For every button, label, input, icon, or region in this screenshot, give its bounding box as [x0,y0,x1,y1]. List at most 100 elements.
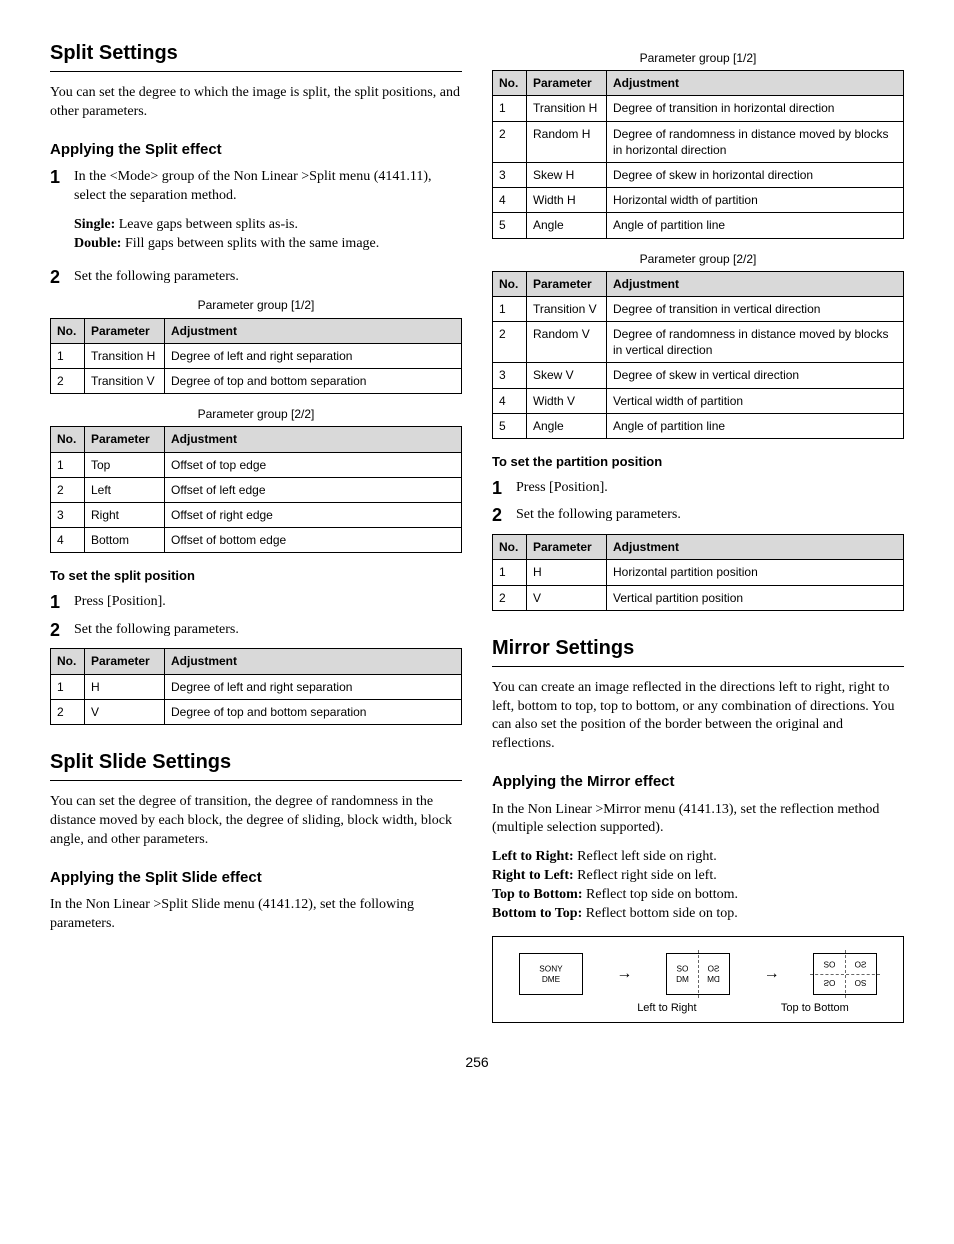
th-adj: Adjustment [165,318,462,343]
step-text: Press [Position]. [516,479,904,498]
table-row: 1HDegree of left and right separation [51,674,462,699]
tb-label: Top to Bottom: [492,887,583,902]
mirror-settings-heading: Mirror Settings [492,635,904,667]
svg-text:SO: SO [854,961,867,970]
split-param-group2-table: No. Parameter Adjustment 1TopOffset of t… [50,426,462,553]
table-row: 2Random HDegree of randomness in distanc… [493,121,904,162]
applying-split-slide-heading: Applying the Split Slide effect [50,868,462,888]
th-param: Parameter [85,318,165,343]
bt-label: Bottom to Top: [492,906,582,921]
th-adj: Adjustment [165,649,462,674]
applying-mirror-text: In the Non Linear >Mirror menu (4141.13)… [492,801,904,839]
th-no: No. [493,535,527,560]
th-no: No. [493,71,527,96]
th-param: Parameter [85,427,165,452]
applying-split-heading: Applying the Split effect [50,140,462,160]
table-row: 3Skew HDegree of skew in horizontal dire… [493,162,904,187]
step-text: Set the following parameters. [516,506,904,525]
th-param: Parameter [527,535,607,560]
partition-position-table: No. Parameter Adjustment 1HHorizontal pa… [492,534,904,611]
double-text: Fill gaps between splits with the same i… [121,236,379,251]
step-text: Set the following parameters. [74,268,462,287]
table-caption: Parameter group [1/2] [492,50,904,66]
th-adj: Adjustment [607,271,904,296]
diagram-label-tb: Top to Bottom [781,1001,849,1016]
table-row: 4BottomOffset of bottom edge [51,528,462,553]
table-row: 1HHorizontal partition position [493,560,904,585]
split-param-group1-table: No. Parameter Adjustment 1Transition HDe… [50,318,462,395]
rl-text: Reflect right side on left. [574,868,717,883]
table-row: 1Transition HDegree of transition in hor… [493,96,904,121]
slide-param-group1-table: No. Parameter Adjustment 1Transition HDe… [492,70,904,238]
table-row: 5AngleAngle of partition line [493,213,904,238]
svg-text:SO: SO [707,965,720,974]
table-row: 1TopOffset of top edge [51,452,462,477]
th-adj: Adjustment [607,535,904,560]
step-text: Set the following parameters. [74,621,462,640]
step-text: Press [Position]. [74,593,462,612]
split-position-table: No. Parameter Adjustment 1HDegree of lef… [50,648,462,725]
split-position-heading: To set the split position [50,567,462,585]
bt-text: Reflect bottom side on top. [582,906,738,921]
svg-text:SO: SO [677,965,690,974]
step-number: 1 [50,168,74,188]
slide-param-group2-table: No. Parameter Adjustment 1Transition VDe… [492,271,904,439]
table-row: 1Transition HDegree of left and right se… [51,343,462,368]
table-row: 4Width VVertical width of partition [493,388,904,413]
th-no: No. [51,318,85,343]
split-settings-heading: Split Settings [50,40,462,72]
step-number: 2 [492,506,516,526]
mirror-text-icon: SO SO SO SO [814,953,876,994]
table-row: 1Transition VDegree of transition in ver… [493,296,904,321]
th-param: Parameter [527,271,607,296]
svg-text:SO: SO [854,978,867,987]
page-number: 256 [50,1053,904,1072]
mirror-text-icon: SONYDME [520,953,582,994]
rl-label: Right to Left: [492,868,574,883]
table-row: 3Skew VDegree of skew in vertical direct… [493,363,904,388]
table-caption: Parameter group [2/2] [50,406,462,422]
arrow-right-icon: → [764,963,780,985]
tb-text: Reflect top side on bottom. [583,887,739,902]
step-text: In the <Mode> group of the Non Linear >S… [74,168,462,206]
double-label: Double: [74,236,121,251]
svg-text:DM: DM [707,975,720,984]
table-caption: Parameter group [1/2] [50,297,462,313]
lr-text: Reflect left side on right. [574,849,717,864]
table-row: 3RightOffset of right edge [51,502,462,527]
single-text: Leave gaps between splits as-is. [115,217,298,232]
table-row: 2Random VDegree of randomness in distanc… [493,322,904,363]
svg-text:SONY: SONY [539,965,563,974]
diagram-label-lr: Left to Right [637,1001,696,1016]
split-slide-heading: Split Slide Settings [50,749,462,781]
svg-text:DM: DM [676,975,689,984]
step-number: 1 [50,593,74,613]
lr-label: Left to Right: [492,849,574,864]
mirror-box-original: SONYDME [519,953,583,995]
table-row: 2LeftOffset of left edge [51,477,462,502]
mirror-box-tb: SO SO SO SO [813,953,877,995]
mirror-text-icon: SODM SODM [667,953,729,994]
split-settings-intro: You can set the degree to which the imag… [50,84,462,122]
step-number: 2 [50,621,74,641]
applying-split-slide-text: In the Non Linear >Split Slide menu (414… [50,896,462,934]
split-slide-intro: You can set the degree of transition, th… [50,793,462,850]
th-no: No. [51,649,85,674]
table-caption: Parameter group [2/2] [492,251,904,267]
svg-text:SO: SO [824,961,837,970]
mirror-intro: You can create an image reflected in the… [492,679,904,755]
table-row: 5AngleAngle of partition line [493,413,904,438]
table-row: 2VDegree of top and bottom separation [51,699,462,724]
th-param: Parameter [527,71,607,96]
th-adj: Adjustment [607,71,904,96]
arrow-right-icon: → [616,963,632,985]
step-number: 1 [492,479,516,499]
partition-position-heading: To set the partition position [492,453,904,471]
svg-text:DME: DME [542,975,561,984]
th-param: Parameter [85,649,165,674]
th-no: No. [51,427,85,452]
svg-text:SO: SO [824,978,837,987]
mirror-diagram: SONYDME → SODM SODM → SO SO SOSO [492,936,904,1023]
single-label: Single: [74,217,115,232]
th-no: No. [493,271,527,296]
